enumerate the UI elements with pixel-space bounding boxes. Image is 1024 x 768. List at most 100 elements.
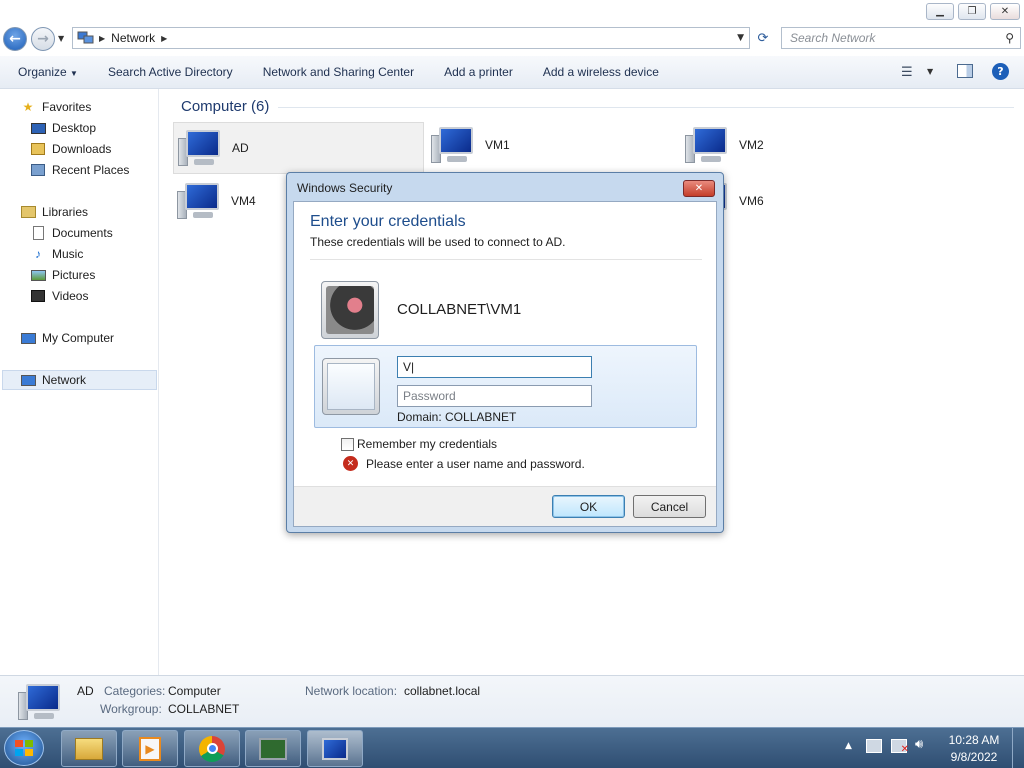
clock-time[interactable]: 10:28 AM bbox=[946, 733, 1002, 747]
chevron-right-icon[interactable]: ▶ bbox=[161, 34, 167, 43]
help-icon[interactable]: ? bbox=[992, 63, 1009, 80]
nav-network[interactable]: Network bbox=[2, 370, 157, 390]
dialog-subtext: These credentials will be used to connec… bbox=[310, 235, 566, 249]
dialog-divider bbox=[310, 259, 702, 260]
computer-name: VM2 bbox=[739, 138, 764, 152]
computer-icon bbox=[431, 125, 477, 165]
saved-account-tile[interactable] bbox=[321, 281, 379, 339]
taskbar-monitor-button[interactable] bbox=[245, 730, 301, 767]
computer-name: VM1 bbox=[485, 138, 510, 152]
search-active-directory-button[interactable]: Search Active Directory bbox=[108, 65, 233, 79]
chevron-right-icon: ▶ bbox=[99, 33, 106, 43]
password-input[interactable]: Password bbox=[397, 385, 592, 407]
network-status-icon[interactable]: ✕ bbox=[891, 739, 909, 755]
show-hidden-icons[interactable]: ▲ bbox=[845, 741, 852, 751]
start-button[interactable] bbox=[4, 730, 44, 766]
search-icon[interactable]: ⚲ bbox=[1005, 31, 1014, 45]
username-input[interactable]: V| bbox=[397, 356, 592, 378]
nav-favorites[interactable]: ★ Favorites bbox=[20, 97, 92, 117]
desktop-icon bbox=[30, 121, 46, 135]
search-box[interactable]: Search Network ⚲ bbox=[781, 27, 1021, 49]
address-dropdown-icon[interactable]: ▼ bbox=[737, 33, 744, 43]
volume-icon[interactable]: 🔊︎ bbox=[915, 737, 923, 752]
saved-account-name[interactable]: COLLABNET\VM1 bbox=[397, 301, 521, 318]
organize-button[interactable]: Organize ▼ bbox=[18, 65, 78, 79]
nav-recent-places[interactable]: Recent Places bbox=[30, 160, 129, 180]
details-name: AD bbox=[77, 684, 94, 698]
nav-downloads[interactable]: Downloads bbox=[30, 139, 111, 159]
nav-desktop[interactable]: Desktop bbox=[30, 118, 96, 138]
computer-icon bbox=[685, 125, 731, 165]
preview-pane-icon[interactable] bbox=[957, 64, 973, 78]
remember-checkbox[interactable] bbox=[341, 438, 354, 451]
network-icon bbox=[20, 373, 36, 387]
nav-libraries[interactable]: Libraries bbox=[20, 202, 88, 222]
taskbar-explorer-button[interactable] bbox=[61, 730, 117, 767]
recent-pages-dropdown-icon[interactable]: ▼ bbox=[58, 34, 64, 43]
address-bar[interactable]: ▶ Network ▶ ▼ bbox=[72, 27, 750, 49]
nav-videos[interactable]: Videos bbox=[30, 286, 88, 306]
nav-pictures[interactable]: Pictures bbox=[30, 265, 95, 285]
chrome-icon bbox=[199, 735, 225, 762]
computer-name: VM4 bbox=[231, 194, 256, 208]
action-center-icon[interactable] bbox=[866, 739, 882, 753]
user-picture-icon bbox=[326, 286, 374, 334]
close-button[interactable]: ✕ bbox=[990, 3, 1020, 20]
nav-libraries-label: Libraries bbox=[42, 205, 89, 219]
clock-date[interactable]: 9/8/2022 bbox=[946, 750, 1002, 764]
taskbar-chrome-button[interactable] bbox=[184, 730, 240, 767]
forward-button[interactable]: → bbox=[31, 27, 55, 51]
cancel-button[interactable]: Cancel bbox=[633, 495, 706, 518]
organize-label: Organize bbox=[18, 65, 67, 79]
nav-music[interactable]: ♪ Music bbox=[30, 244, 83, 264]
network-sharing-center-button[interactable]: Network and Sharing Center bbox=[263, 65, 414, 79]
search-input[interactable]: Search Network bbox=[790, 31, 875, 45]
windows-logo-icon bbox=[15, 740, 33, 756]
performance-monitor-icon bbox=[259, 737, 287, 760]
remember-label[interactable]: Remember my credentials bbox=[357, 437, 497, 451]
address-path[interactable]: Network bbox=[111, 31, 155, 45]
view-dropdown-icon[interactable]: ▼ bbox=[927, 67, 933, 76]
new-credential-tile[interactable]: V| Password Domain: COLLABNET bbox=[314, 345, 697, 428]
user-placeholder-icon bbox=[327, 363, 375, 410]
view-options-icon[interactable]: ☰ bbox=[901, 65, 913, 80]
details-categories-label: Categories: bbox=[104, 684, 166, 698]
ok-button[interactable]: OK bbox=[552, 495, 625, 518]
minimize-button[interactable]: ▁ bbox=[926, 3, 954, 20]
taskbar-media-player-button[interactable]: ▶ bbox=[122, 730, 178, 767]
network-icon bbox=[77, 31, 95, 45]
computer-item-ad[interactable]: AD bbox=[173, 122, 424, 174]
add-printer-button[interactable]: Add a printer bbox=[444, 65, 513, 79]
computer-icon bbox=[20, 331, 36, 345]
show-desktop-button[interactable] bbox=[1012, 728, 1024, 768]
group-header[interactable]: Computer (6) bbox=[181, 98, 269, 115]
details-workgroup-value: COLLABNET bbox=[168, 702, 240, 716]
restore-icon: ❐ bbox=[967, 6, 977, 17]
nav-desktop-label: Desktop bbox=[52, 121, 97, 135]
computer-item-vm4[interactable]: VM4 bbox=[177, 181, 256, 221]
computer-icon bbox=[177, 181, 223, 221]
refresh-icon[interactable]: ⟳ bbox=[752, 28, 774, 48]
error-icon: ✕ bbox=[343, 456, 358, 471]
videos-icon bbox=[30, 289, 46, 303]
restore-button[interactable]: ❐ bbox=[958, 3, 986, 20]
taskbar-network-button[interactable] bbox=[307, 730, 363, 767]
recent-places-icon bbox=[30, 163, 46, 177]
music-icon: ♪ bbox=[35, 247, 41, 261]
group-divider bbox=[278, 107, 1014, 108]
dialog-close-button[interactable]: ✕ bbox=[683, 180, 715, 197]
media-player-icon: ▶ bbox=[139, 736, 161, 761]
nav-documents-label: Documents bbox=[52, 226, 113, 240]
close-icon: ✕ bbox=[694, 183, 704, 194]
credentials-dialog: Windows Security ✕ Enter your credential… bbox=[286, 172, 724, 533]
nav-my-computer[interactable]: My Computer bbox=[20, 328, 114, 348]
computer-item-vm1[interactable]: VM1 bbox=[431, 125, 510, 165]
nav-my-computer-label: My Computer bbox=[42, 331, 115, 345]
computer-name: VM6 bbox=[739, 194, 764, 208]
nav-documents[interactable]: Documents bbox=[30, 223, 113, 243]
add-wireless-device-button[interactable]: Add a wireless device bbox=[543, 65, 659, 79]
error-message: Please enter a user name and password. bbox=[366, 457, 585, 471]
back-button[interactable]: ← bbox=[3, 27, 27, 51]
downloads-folder-icon bbox=[30, 142, 46, 156]
computer-item-vm2[interactable]: VM2 bbox=[685, 125, 764, 165]
